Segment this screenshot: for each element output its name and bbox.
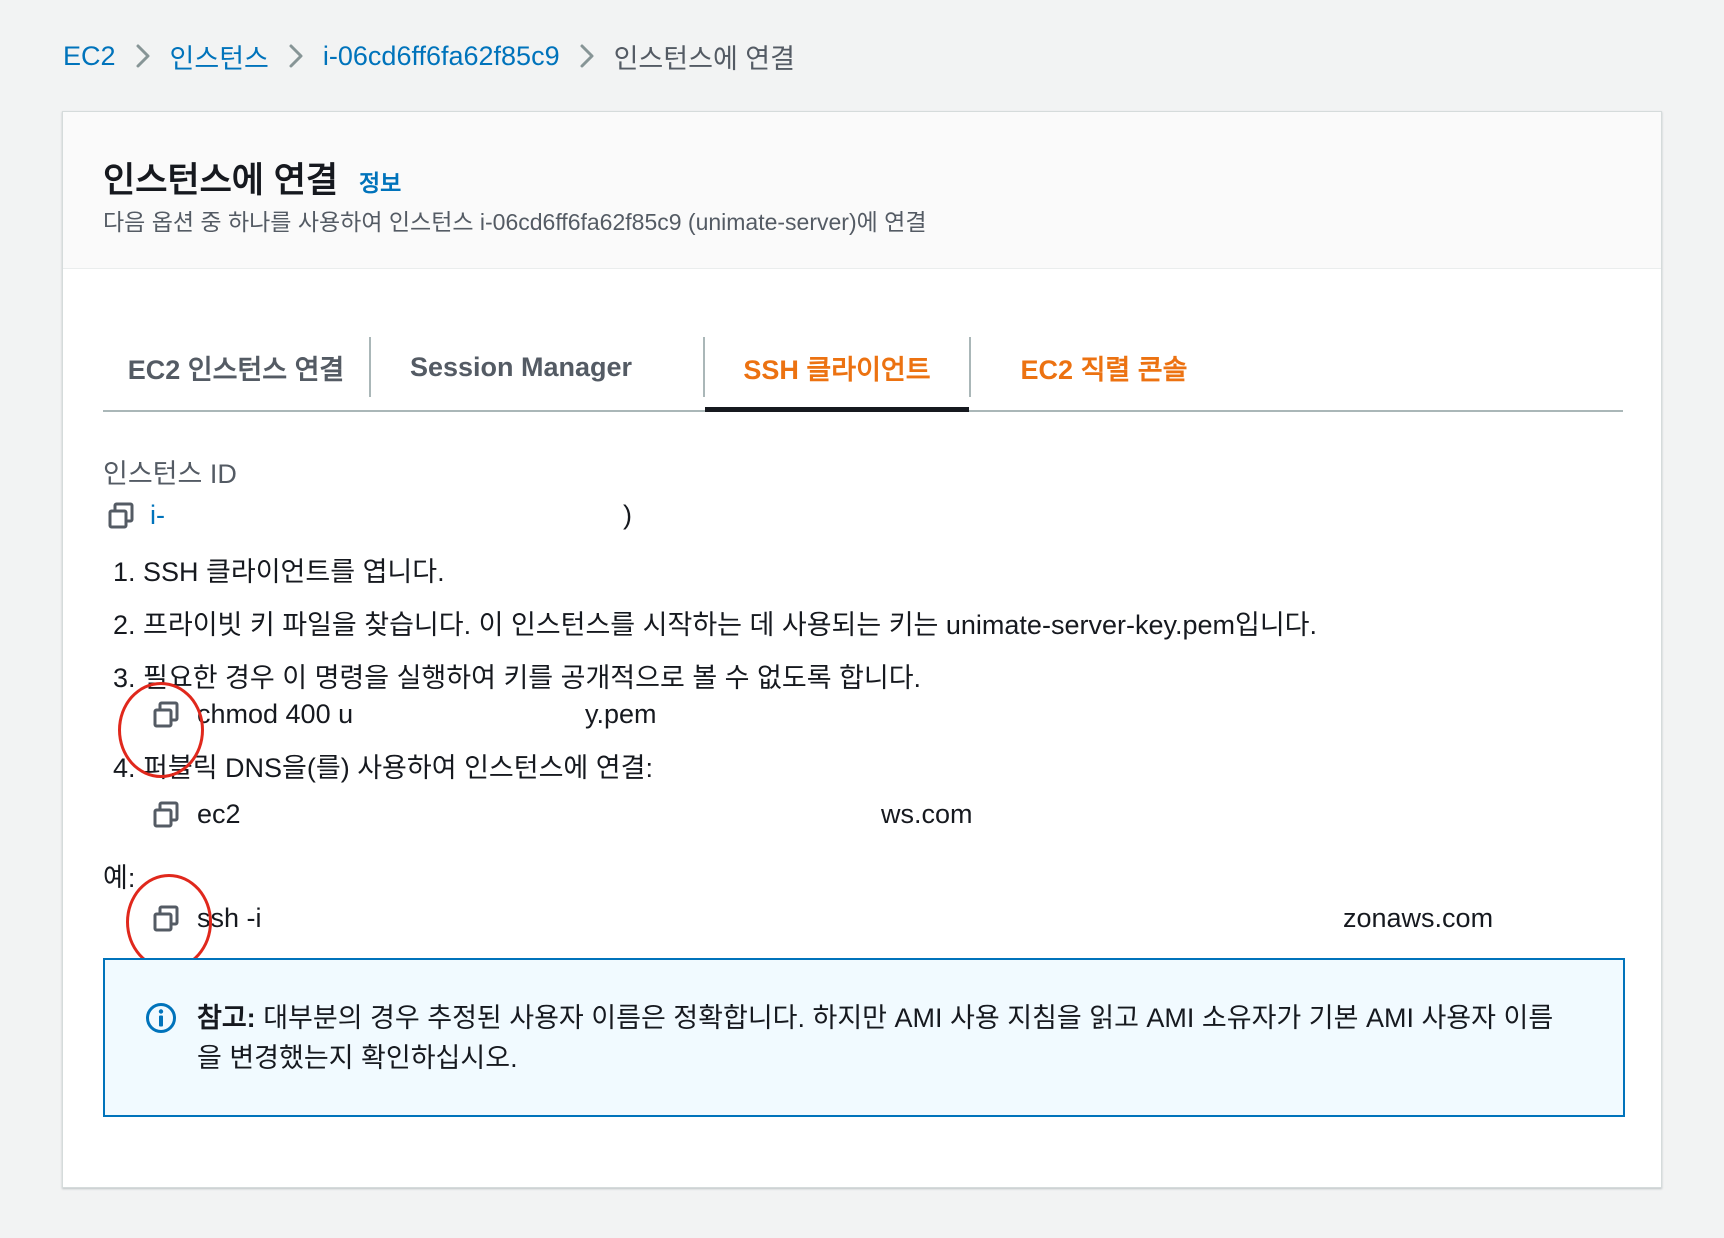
- tab-ec2-instance-connect[interactable]: EC2 인스턴스 연결: [103, 325, 369, 410]
- public-dns: ec2: [197, 799, 241, 829]
- alert-message: 참고: 대부분의 경우 추정된 사용자 이름은 정확합니다. 하지만 AMI 사…: [197, 998, 1577, 1078]
- alert-body: 대부분의 경우 추정된 사용자 이름은 정확합니다. 하지만 AMI 사용 지침…: [197, 1003, 1554, 1073]
- page-description: 다음 옵션 중 하나를 사용하여 인스턴스 i-06cd6ff6fa62f85c…: [103, 209, 927, 235]
- alert-title: 참고:: [197, 1003, 256, 1033]
- chmod-command: chmod 400 u: [197, 699, 354, 729]
- page-title: 인스턴스에 연결: [103, 161, 339, 200]
- copy-icon[interactable]: [106, 501, 136, 531]
- copy-icon[interactable]: [151, 800, 181, 830]
- connect-method-tabs: EC2 인스턴스 연결 Session Manager SSH 클라이언트 EC…: [103, 325, 1623, 412]
- public-dns-end: ws.com: [881, 799, 973, 829]
- copy-icon[interactable]: [151, 904, 181, 934]
- example-label: 예:: [103, 863, 136, 893]
- tab-session-manager[interactable]: Session Manager: [371, 325, 671, 410]
- connect-instance-panel: 인스턴스에 연결 정보 다음 옵션 중 하나를 사용하여 인스턴스 i-06cd…: [62, 111, 1662, 1188]
- breadcrumb-instances[interactable]: 인스턴스: [170, 37, 269, 76]
- instance-id-tail: ): [623, 500, 632, 530]
- info-alert: 참고: 대부분의 경우 추정된 사용자 이름은 정확합니다. 하지만 AMI 사…: [103, 958, 1625, 1117]
- breadcrumb: EC2 인스턴스 i-06cd6ff6fa62f85c9 인스턴스에 연결: [63, 34, 795, 78]
- breadcrumb-instance-id[interactable]: i-06cd6ff6fa62f85c9: [323, 41, 560, 72]
- ssh-command: ssh -i: [197, 903, 262, 933]
- info-circle-icon: [145, 1002, 177, 1034]
- copy-icon[interactable]: [151, 700, 181, 730]
- info-link[interactable]: 정보: [359, 164, 401, 198]
- instance-id-label: 인스턴스 ID: [103, 459, 237, 489]
- step-3: 3. 필요한 경우 이 명령을 실행하여 키를 공개적으로 볼 수 없도록 합니…: [113, 663, 922, 693]
- tab-ssh-client[interactable]: SSH 클라이언트: [705, 325, 969, 412]
- chmod-command-end: y.pem: [585, 699, 657, 729]
- step-4: 4. 퍼블릭 DNS을(를) 사용하여 인스턴스에 연결:: [113, 753, 653, 783]
- chevron-right-icon: [560, 34, 614, 78]
- tab-ec2-serial-console[interactable]: EC2 직렬 콘솔: [971, 325, 1237, 410]
- chevron-right-icon: [116, 34, 170, 78]
- breadcrumb-current: 인스턴스에 연결: [613, 43, 795, 74]
- instance-id-link[interactable]: i-: [150, 500, 165, 531]
- chevron-right-icon: [269, 34, 323, 78]
- breadcrumb-ec2[interactable]: EC2: [63, 41, 116, 72]
- step-1: 1. SSH 클라이언트를 엽니다.: [113, 557, 445, 587]
- ssh-command-end: zonaws.com: [1343, 903, 1494, 933]
- step-2: 2. 프라이빗 키 파일을 찾습니다. 이 인스턴스를 시작하는 데 사용되는 …: [113, 610, 1318, 640]
- panel-header: 인스턴스에 연결 정보 다음 옵션 중 하나를 사용하여 인스턴스 i-06cd…: [63, 112, 1661, 269]
